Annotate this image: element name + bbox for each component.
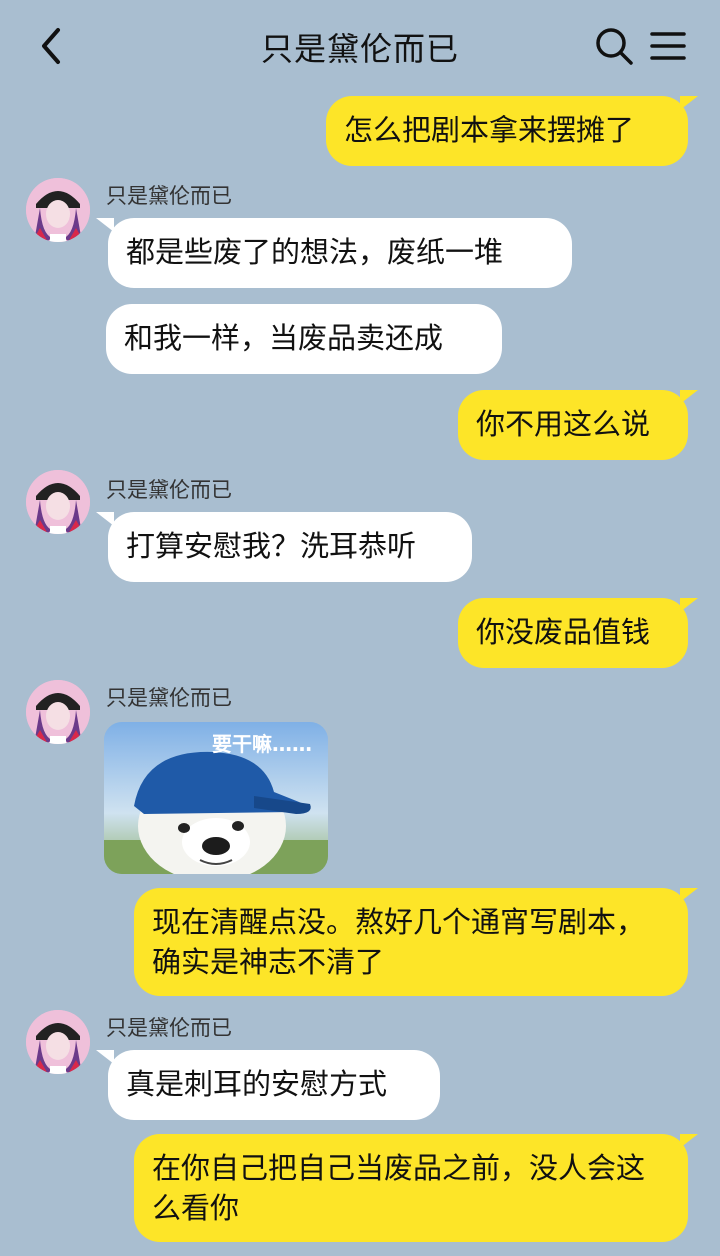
- avatar[interactable]: [26, 1010, 90, 1074]
- sticker-caption: 要干嘛……: [212, 732, 312, 756]
- sender-name: 只是黛伦而已: [106, 478, 232, 502]
- avatar[interactable]: [26, 470, 90, 534]
- avatar-image: [26, 178, 90, 242]
- incoming-message[interactable]: 打算安慰我？洗耳恭听: [108, 512, 472, 582]
- sender-name: 只是黛伦而已: [106, 1016, 232, 1040]
- bubble-tail: [680, 598, 698, 612]
- avatar[interactable]: [26, 178, 90, 242]
- incoming-message[interactable]: 和我一样，当废品卖还成: [106, 304, 502, 374]
- sender-name: 只是黛伦而已: [106, 686, 232, 710]
- menu-button[interactable]: [650, 28, 686, 64]
- menu-icon: [650, 32, 686, 60]
- bubble-tail: [680, 1134, 698, 1148]
- outgoing-message[interactable]: 怎么把剧本拿来摆摊了: [326, 96, 688, 166]
- avatar-image: [26, 680, 90, 744]
- message-text: 你不用这么说: [476, 407, 651, 441]
- message-text: 真是刺耳的安慰方式: [126, 1067, 388, 1101]
- outgoing-message[interactable]: 你不用这么说: [458, 390, 688, 460]
- bubble-tail: [680, 390, 698, 404]
- message-text: 怎么把剧本拿来摆摊了: [344, 113, 635, 147]
- bubble-tail: [680, 96, 698, 110]
- message-text: 在你自己把自己当废品之前，没人会这么看你: [152, 1151, 646, 1225]
- outgoing-message[interactable]: 在你自己把自己当废品之前，没人会这么看你: [134, 1134, 688, 1242]
- message-text: 都是些废了的想法，废纸一堆: [126, 235, 504, 269]
- message-text: 打算安慰我？洗耳恭听: [126, 529, 417, 563]
- avatar-image: [26, 470, 90, 534]
- sticker-image[interactable]: 要干嘛……: [104, 722, 328, 874]
- incoming-message[interactable]: 真是刺耳的安慰方式: [108, 1050, 440, 1120]
- bubble-tail: [96, 218, 114, 232]
- message-text: 你没废品值钱: [476, 615, 651, 649]
- sender-name: 只是黛伦而已: [106, 184, 232, 208]
- incoming-message[interactable]: 都是些废了的想法，废纸一堆: [108, 218, 572, 288]
- message-text: 和我一样，当废品卖还成: [124, 321, 444, 355]
- bubble-tail: [96, 512, 114, 526]
- message-text: 现在清醒点没。熬好几个通宵写剧本，确实是神志不清了: [152, 905, 646, 979]
- search-icon: [596, 28, 633, 65]
- outgoing-message[interactable]: 你没废品值钱: [458, 598, 688, 668]
- outgoing-message[interactable]: 现在清醒点没。熬好几个通宵写剧本，确实是神志不清了: [134, 888, 688, 996]
- search-button[interactable]: [594, 26, 634, 66]
- bubble-tail: [96, 1050, 114, 1064]
- avatar[interactable]: [26, 680, 90, 744]
- top-bar: 只是黛伦而已: [0, 0, 720, 92]
- bubble-tail: [680, 888, 698, 902]
- avatar-image: [26, 1010, 90, 1074]
